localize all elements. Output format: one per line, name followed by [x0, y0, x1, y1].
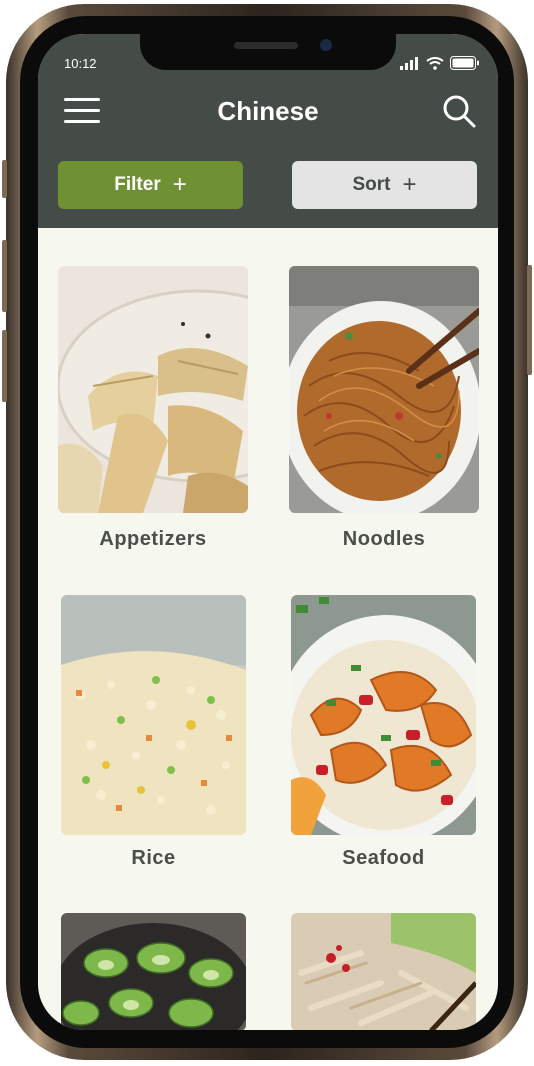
plus-icon: +	[402, 171, 417, 198]
signal-icon	[400, 56, 418, 70]
search-icon[interactable]	[442, 94, 476, 128]
category-card-appetizers[interactable]: Appetizers	[58, 266, 248, 566]
poultry-image	[291, 913, 476, 1030]
category-card-vegetables[interactable]	[61, 913, 246, 1030]
sort-button-label: Sort	[352, 174, 391, 195]
volume-down-button	[2, 330, 7, 402]
appetizers-image	[58, 266, 248, 513]
app-header: 10:12 Chinese Filter + Sort +	[38, 34, 498, 228]
category-label: Appetizers	[99, 528, 207, 550]
vegetables-image	[61, 913, 246, 1030]
phone-notch	[140, 34, 396, 70]
sort-button[interactable]: Sort +	[292, 161, 477, 209]
app-screen: 10:12 Chinese Filter + Sort + Appetizers…	[38, 34, 498, 1030]
category-label: Seafood	[342, 847, 425, 869]
wifi-icon	[426, 56, 444, 70]
noodles-image	[289, 266, 479, 513]
category-card-noodles[interactable]: Noodles	[289, 266, 479, 566]
category-label: Rice	[131, 847, 176, 869]
filter-button-label: Filter	[114, 174, 161, 195]
plus-icon: +	[172, 171, 187, 198]
filter-button[interactable]: Filter +	[58, 161, 243, 209]
volume-up-button	[2, 240, 7, 312]
rice-image	[61, 595, 246, 835]
category-card-poultry[interactable]	[291, 913, 476, 1030]
page-title: Chinese	[217, 96, 319, 126]
status-icons	[400, 56, 480, 70]
mute-switch	[2, 160, 7, 198]
category-label: Noodles	[342, 528, 426, 550]
status-time: 10:12	[64, 56, 97, 71]
category-card-seafood[interactable]: Seafood	[291, 595, 476, 895]
battery-icon	[450, 56, 479, 70]
speaker-grille	[234, 42, 298, 49]
power-button	[527, 265, 532, 375]
seafood-image	[291, 595, 476, 835]
category-card-rice[interactable]: Rice	[61, 595, 246, 895]
front-camera	[320, 39, 332, 51]
